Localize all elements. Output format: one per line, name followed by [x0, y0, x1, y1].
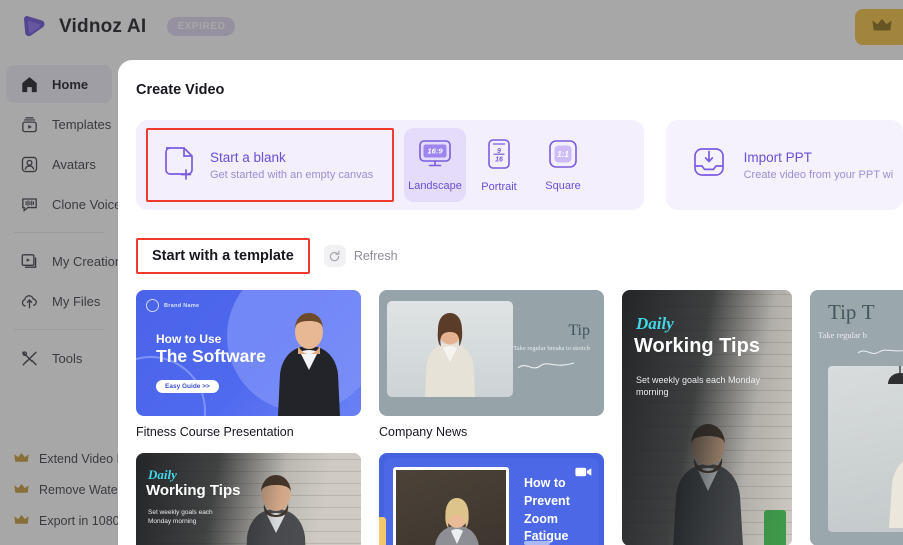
thumb-headings: How to Prevent Zoom Fatigue [524, 475, 604, 545]
thumb-subtitle: Set weekly goals each Monday morning [148, 509, 213, 525]
thumb-brand-label: Brand Name [164, 302, 200, 309]
svg-text:1:1: 1:1 [557, 150, 569, 159]
squiggle-icon [517, 362, 575, 369]
template-card-tip-today-portrait[interactable]: Tip T Take regular b [810, 290, 903, 545]
lamp-illustration [888, 366, 903, 384]
template-column-2: Tip Take regular breaks to stretch Compa… [379, 290, 604, 545]
template-thumbnail: Tip T Take regular b [810, 290, 903, 545]
phone-icon: 9 16 [487, 138, 511, 175]
template-name: Fitness Course Presentation [136, 425, 294, 439]
ratio-portrait-button[interactable]: 9 16 Portrait [468, 128, 530, 202]
thumb-title: Tip [568, 320, 590, 340]
video-camera-icon [575, 465, 592, 477]
monitor-icon: 16:9 [418, 139, 452, 174]
template-card-zoom-fatigue[interactable]: How to Prevent Zoom Fatigue [379, 453, 604, 545]
template-grid: Brand Name How to Use The Software Easy … [136, 290, 903, 545]
create-options-row: Start a blank Get started with an empty … [136, 120, 903, 210]
svg-text:16: 16 [495, 156, 503, 163]
refresh-icon [323, 245, 346, 267]
thumb-title-italic: Daily [636, 314, 674, 333]
thumb-title-rest: T [861, 300, 875, 324]
template-thumbnail: Daily Working Tips Set weekly goals each… [136, 453, 361, 545]
presenter-illustration [278, 313, 340, 416]
thumb-heading-1: How to Use [156, 332, 222, 346]
refresh-templates-button[interactable]: Refresh [323, 245, 398, 267]
template-card-fitness-course[interactable]: Brand Name How to Use The Software Easy … [136, 290, 361, 439]
templates-title-highlight: Start with a template [136, 238, 310, 274]
templates-header: Start with a template Refresh [136, 238, 903, 274]
thumb-brand-chip: Brand Name [146, 299, 199, 312]
svg-text:16:9: 16:9 [427, 146, 443, 155]
template-column-4: Tip T Take regular b [810, 290, 903, 545]
template-column-3: Daily Working Tips Set weekly goals each… [622, 290, 792, 545]
aspect-ratio-group: 16:9 Landscape 9 16 Portrait 1:1 Square [404, 128, 594, 202]
brand-circle-icon [146, 299, 159, 312]
templates-title: Start with a template [152, 248, 294, 264]
squiggle-icon [857, 349, 903, 354]
start-blank-title: Start a blank [210, 149, 286, 165]
start-blank-button[interactable]: Start a blank Get started with an empty … [146, 128, 394, 202]
refresh-label: Refresh [353, 249, 398, 263]
thumb-heading-2: The Software [156, 346, 266, 366]
thumb-title-bold: Working Tips [146, 482, 241, 499]
presenter-illustration [425, 313, 475, 397]
thumb-title-bold: Working Tips [634, 335, 760, 357]
template-thumbnail: Tip Take regular breaks to stretch [379, 290, 604, 416]
create-video-panel: Create Video Start a blank Get started w… [118, 60, 903, 545]
template-column-1: Brand Name How to Use The Software Easy … [136, 290, 361, 545]
presenter-illustration [889, 461, 903, 528]
template-card-company-news[interactable]: Tip Take regular breaks to stretch Compa… [379, 290, 604, 439]
template-thumbnail: Brand Name How to Use The Software Easy … [136, 290, 361, 416]
ratio-label: Landscape [408, 179, 462, 192]
thumb-heading-2: Prevent Zoom [524, 493, 570, 526]
thumb-title-italic: Tip [568, 322, 590, 339]
document-plus-icon [162, 144, 196, 187]
square-icon: 1:1 [548, 139, 578, 174]
thumb-subtitle: Set weekly goals each Monday morning [636, 375, 761, 398]
ratio-label: Square [545, 179, 581, 192]
template-thumbnail: How to Prevent Zoom Fatigue [379, 453, 604, 545]
presenter-illustration [435, 498, 479, 545]
thumb-subtitle: Take regular breaks to stretch [513, 345, 590, 352]
template-thumbnail: Daily Working Tips Set weekly goals each… [622, 290, 792, 545]
thumb-heading-1: How to [524, 476, 566, 490]
import-ppt-subtitle: Create video from your PPT wi [743, 168, 894, 181]
start-blank-subtitle: Get started with an empty canvas [210, 168, 374, 181]
thumb-title: Tip T [828, 300, 875, 325]
app-root: Vidnoz AI EXPIRED Home Templates Avatars… [0, 0, 903, 545]
thumb-subtitle: Take regular b [818, 330, 867, 340]
thumb-title-italic: Daily [148, 467, 177, 482]
import-ppt-card[interactable]: Import PPT Create video from your PPT wi [665, 120, 903, 210]
page-title: Create Video [136, 82, 225, 98]
ppt-upload-icon [690, 146, 728, 185]
thumb-pill-label: Easy Guide >> [156, 380, 219, 393]
template-card-daily-tips-landscape[interactable]: Daily Working Tips Set weekly goals each… [136, 453, 361, 545]
svg-text:9: 9 [497, 148, 501, 155]
template-card-daily-tips-portrait[interactable]: Daily Working Tips Set weekly goals each… [622, 290, 792, 545]
thumb-title-italic: Tip [828, 300, 857, 324]
start-blank-card: Start a blank Get started with an empty … [136, 120, 644, 210]
ratio-square-button[interactable]: 1:1 Square [532, 128, 594, 202]
ratio-landscape-button[interactable]: 16:9 Landscape [404, 128, 466, 202]
ratio-label: Portrait [481, 180, 517, 193]
template-name: Company News [379, 425, 468, 439]
import-ppt-title: Import PPT [743, 149, 812, 165]
